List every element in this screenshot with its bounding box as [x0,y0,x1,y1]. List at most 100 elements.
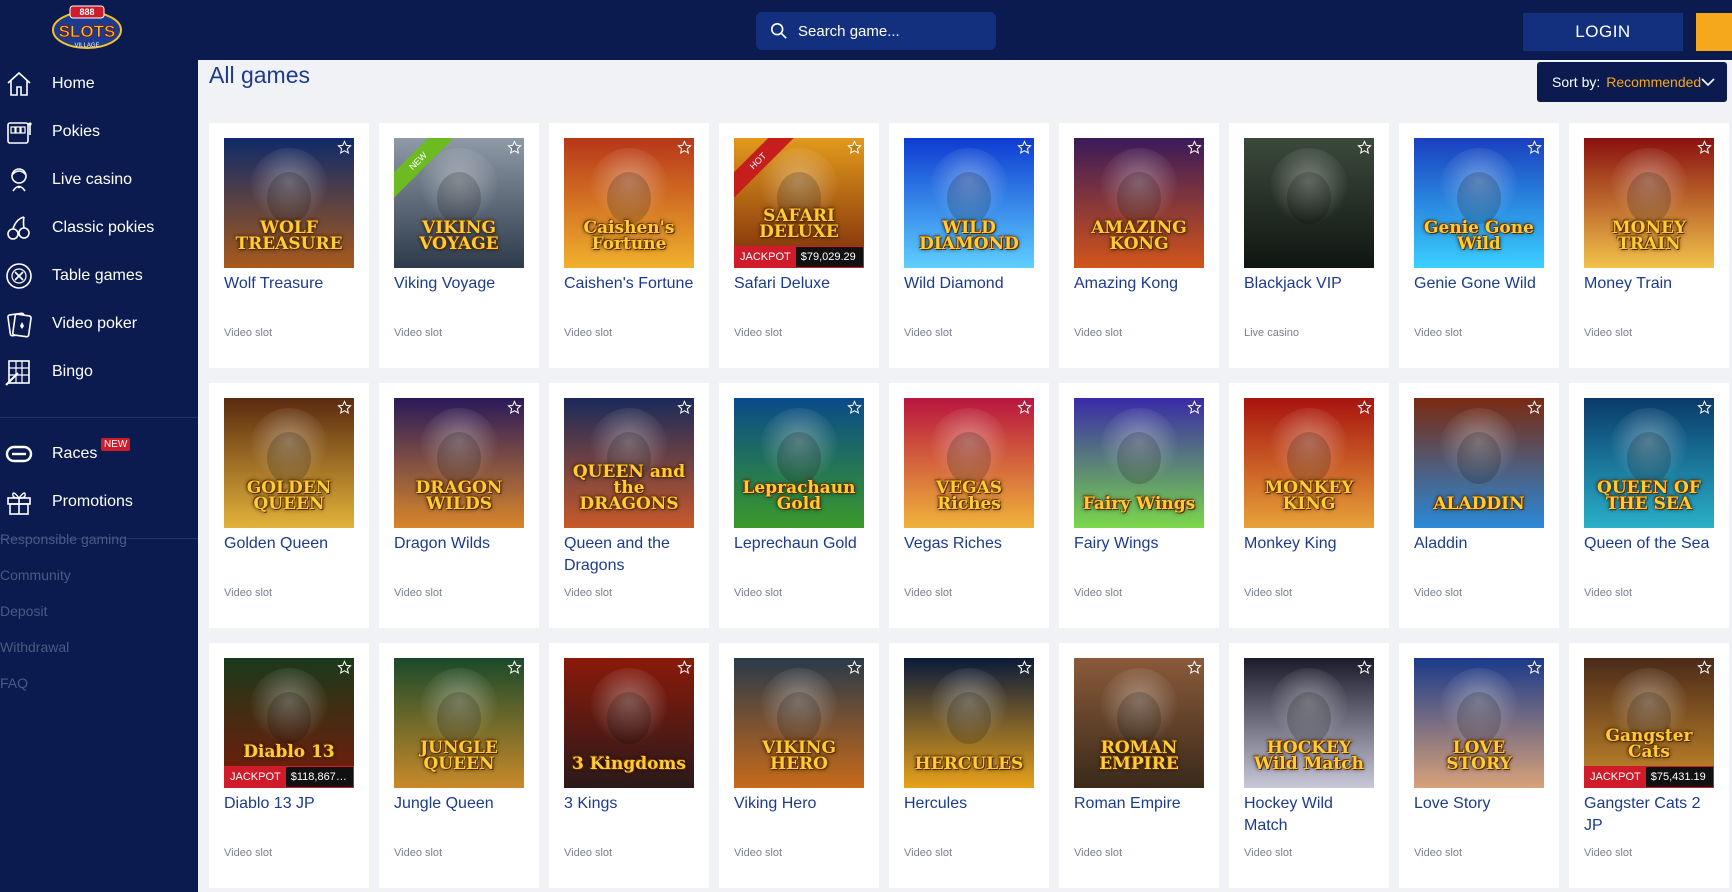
game-name[interactable]: Monkey King [1244,533,1379,555]
game-name[interactable]: Fairy Wings [1074,533,1209,555]
favorite-star-icon[interactable] [337,660,352,675]
game-name[interactable]: Caishen's Fortune [564,273,699,295]
game-name[interactable]: Viking Hero [734,793,869,815]
favorite-star-icon[interactable] [1697,140,1712,155]
game-card[interactable]: VIKING VOYAGE NEW Viking Voyage Video slot [379,123,539,368]
game-card[interactable]: ALADDIN Aladdin Video slot [1399,383,1559,628]
game-thumbnail[interactable]: VIKING VOYAGE NEW [394,138,524,268]
game-name[interactable]: Gangster Cats 2 JP [1584,793,1719,837]
game-name[interactable]: Roman Empire [1074,793,1209,815]
game-thumbnail[interactable]: LOVE STORY [1414,658,1544,788]
game-name[interactable]: Amazing Kong [1074,273,1209,295]
login-button[interactable]: LOGIN [1523,13,1683,51]
game-card[interactable]: MONKEY KING Monkey King Video slot [1229,383,1389,628]
link-deposit[interactable]: Deposit [0,603,47,619]
favorite-star-icon[interactable] [507,140,522,155]
game-thumbnail[interactable]: 3 Kingdoms [564,658,694,788]
favorite-star-icon[interactable] [677,140,692,155]
game-name[interactable]: Diablo 13 JP [224,793,359,815]
search-input[interactable] [798,22,978,40]
signup-button[interactable] [1696,13,1732,51]
favorite-star-icon[interactable] [1357,140,1372,155]
game-name[interactable]: Queen and the Dragons [564,533,699,577]
favorite-star-icon[interactable] [507,660,522,675]
favorite-star-icon[interactable] [1357,660,1372,675]
game-thumbnail[interactable]: QUEEN OF THE SEA [1584,398,1714,528]
game-card[interactable]: Leprachaun Gold Leprechaun Gold Video slot [719,383,879,628]
game-thumbnail[interactable]: JUNGLE QUEEN [394,658,524,788]
game-name[interactable]: Aladdin [1414,533,1549,555]
game-name[interactable]: Queen of the Sea [1584,533,1719,555]
game-thumbnail[interactable] [1244,138,1374,268]
favorite-star-icon[interactable] [847,660,862,675]
sidebar-item-video-poker[interactable]: Video poker [0,304,198,344]
game-thumbnail[interactable]: Gangster Cats JACKPOT $75,431.19 [1584,658,1714,788]
game-name[interactable]: Money Train [1584,273,1719,295]
game-card[interactable]: GOLDEN QUEEN Golden Queen Video slot [209,383,369,628]
game-thumbnail[interactable]: VIKING HERO [734,658,864,788]
game-card[interactable]: Gangster Cats JACKPOT $75,431.19 Gangster C… [1569,643,1729,888]
link-faq[interactable]: FAQ [0,675,28,691]
game-name[interactable]: Wolf Treasure [224,273,359,295]
game-thumbnail[interactable]: HERCULES [904,658,1034,788]
sidebar-item-promotions[interactable]: Promotions [0,482,198,522]
sidebar-item-classic-pokies[interactable]: Classic pokies [0,208,198,248]
game-name[interactable]: Golden Queen [224,533,359,555]
favorite-star-icon[interactable] [1357,400,1372,415]
game-thumbnail[interactable]: QUEEN and the DRAGONS [564,398,694,528]
game-card[interactable]: VIKING HERO Viking Hero Video slot [719,643,879,888]
search-box[interactable] [756,12,996,50]
sort-dropdown[interactable]: Sort by: Recommended [1537,62,1727,102]
game-name[interactable]: 3 Kings [564,793,699,815]
favorite-star-icon[interactable] [1527,660,1542,675]
game-thumbnail[interactable]: SAFARI DELUXE HOT JACKPOT $79,029.29 [734,138,864,268]
favorite-star-icon[interactable] [337,140,352,155]
game-name[interactable]: Blackjack VIP [1244,273,1379,295]
game-card[interactable]: DRAGON WILDS Dragon Wilds Video slot [379,383,539,628]
favorite-star-icon[interactable] [1697,660,1712,675]
game-card[interactable]: VEGAS Riches Vegas Riches Video slot [889,383,1049,628]
game-thumbnail[interactable]: ROMAN EMPIRE [1074,658,1204,788]
link-responsible-gaming[interactable]: Responsible gaming [0,531,127,547]
game-card[interactable]: Genie Gone Wild Genie Gone Wild Video slot [1399,123,1559,368]
game-thumbnail[interactable]: Leprachaun Gold [734,398,864,528]
game-card[interactable]: Fairy Wings Fairy Wings Video slot [1059,383,1219,628]
game-card[interactable]: HERCULES Hercules Video slot [889,643,1049,888]
game-thumbnail[interactable]: Genie Gone Wild [1414,138,1544,268]
game-thumbnail[interactable]: Caishen's Fortune [564,138,694,268]
favorite-star-icon[interactable] [507,400,522,415]
sidebar-item-pokies[interactable]: Pokies [0,112,198,152]
game-thumbnail[interactable]: AMAZING KONG [1074,138,1204,268]
game-name[interactable]: Vegas Riches [904,533,1039,555]
game-thumbnail[interactable]: WILD DIAMOND [904,138,1034,268]
game-name[interactable]: Dragon Wilds [394,533,529,555]
favorite-star-icon[interactable] [847,400,862,415]
game-thumbnail[interactable]: GOLDEN QUEEN [224,398,354,528]
game-card[interactable]: QUEEN OF THE SEA Queen of the Sea Video sl… [1569,383,1729,628]
game-name[interactable]: Viking Voyage [394,273,529,295]
game-card[interactable]: Caishen's Fortune Caishen's Fortune Video … [549,123,709,368]
game-thumbnail[interactable]: DRAGON WILDS [394,398,524,528]
game-name[interactable]: Hockey Wild Match [1244,793,1379,837]
game-thumbnail[interactable]: VEGAS Riches [904,398,1034,528]
game-card[interactable]: Blackjack VIP Live casino [1229,123,1389,368]
game-name[interactable]: Love Story [1414,793,1549,815]
sidebar-item-home[interactable]: Home [0,64,198,104]
sidebar-item-races[interactable]: Races NEW [0,434,198,474]
favorite-star-icon[interactable] [1017,140,1032,155]
favorite-star-icon[interactable] [1527,400,1542,415]
favorite-star-icon[interactable] [1017,400,1032,415]
game-card[interactable]: JUNGLE QUEEN Jungle Queen Video slot [379,643,539,888]
link-withdrawal[interactable]: Withdrawal [0,639,69,655]
favorite-star-icon[interactable] [677,400,692,415]
game-card[interactable]: WOLF TREASURE Wolf Treasure Video slot [209,123,369,368]
game-thumbnail[interactable]: HOCKEY Wild Match [1244,658,1374,788]
game-thumbnail[interactable]: MONEY TRAIN [1584,138,1714,268]
favorite-star-icon[interactable] [677,660,692,675]
game-card[interactable]: SAFARI DELUXE HOT JACKPOT $79,029.29 Safari … [719,123,879,368]
game-thumbnail[interactable]: WOLF TREASURE [224,138,354,268]
sidebar-item-table-games[interactable]: Table games [0,256,198,296]
favorite-star-icon[interactable] [1187,400,1202,415]
site-logo[interactable]: 888 SLOTS VILLAGE [50,4,124,52]
favorite-star-icon[interactable] [337,400,352,415]
